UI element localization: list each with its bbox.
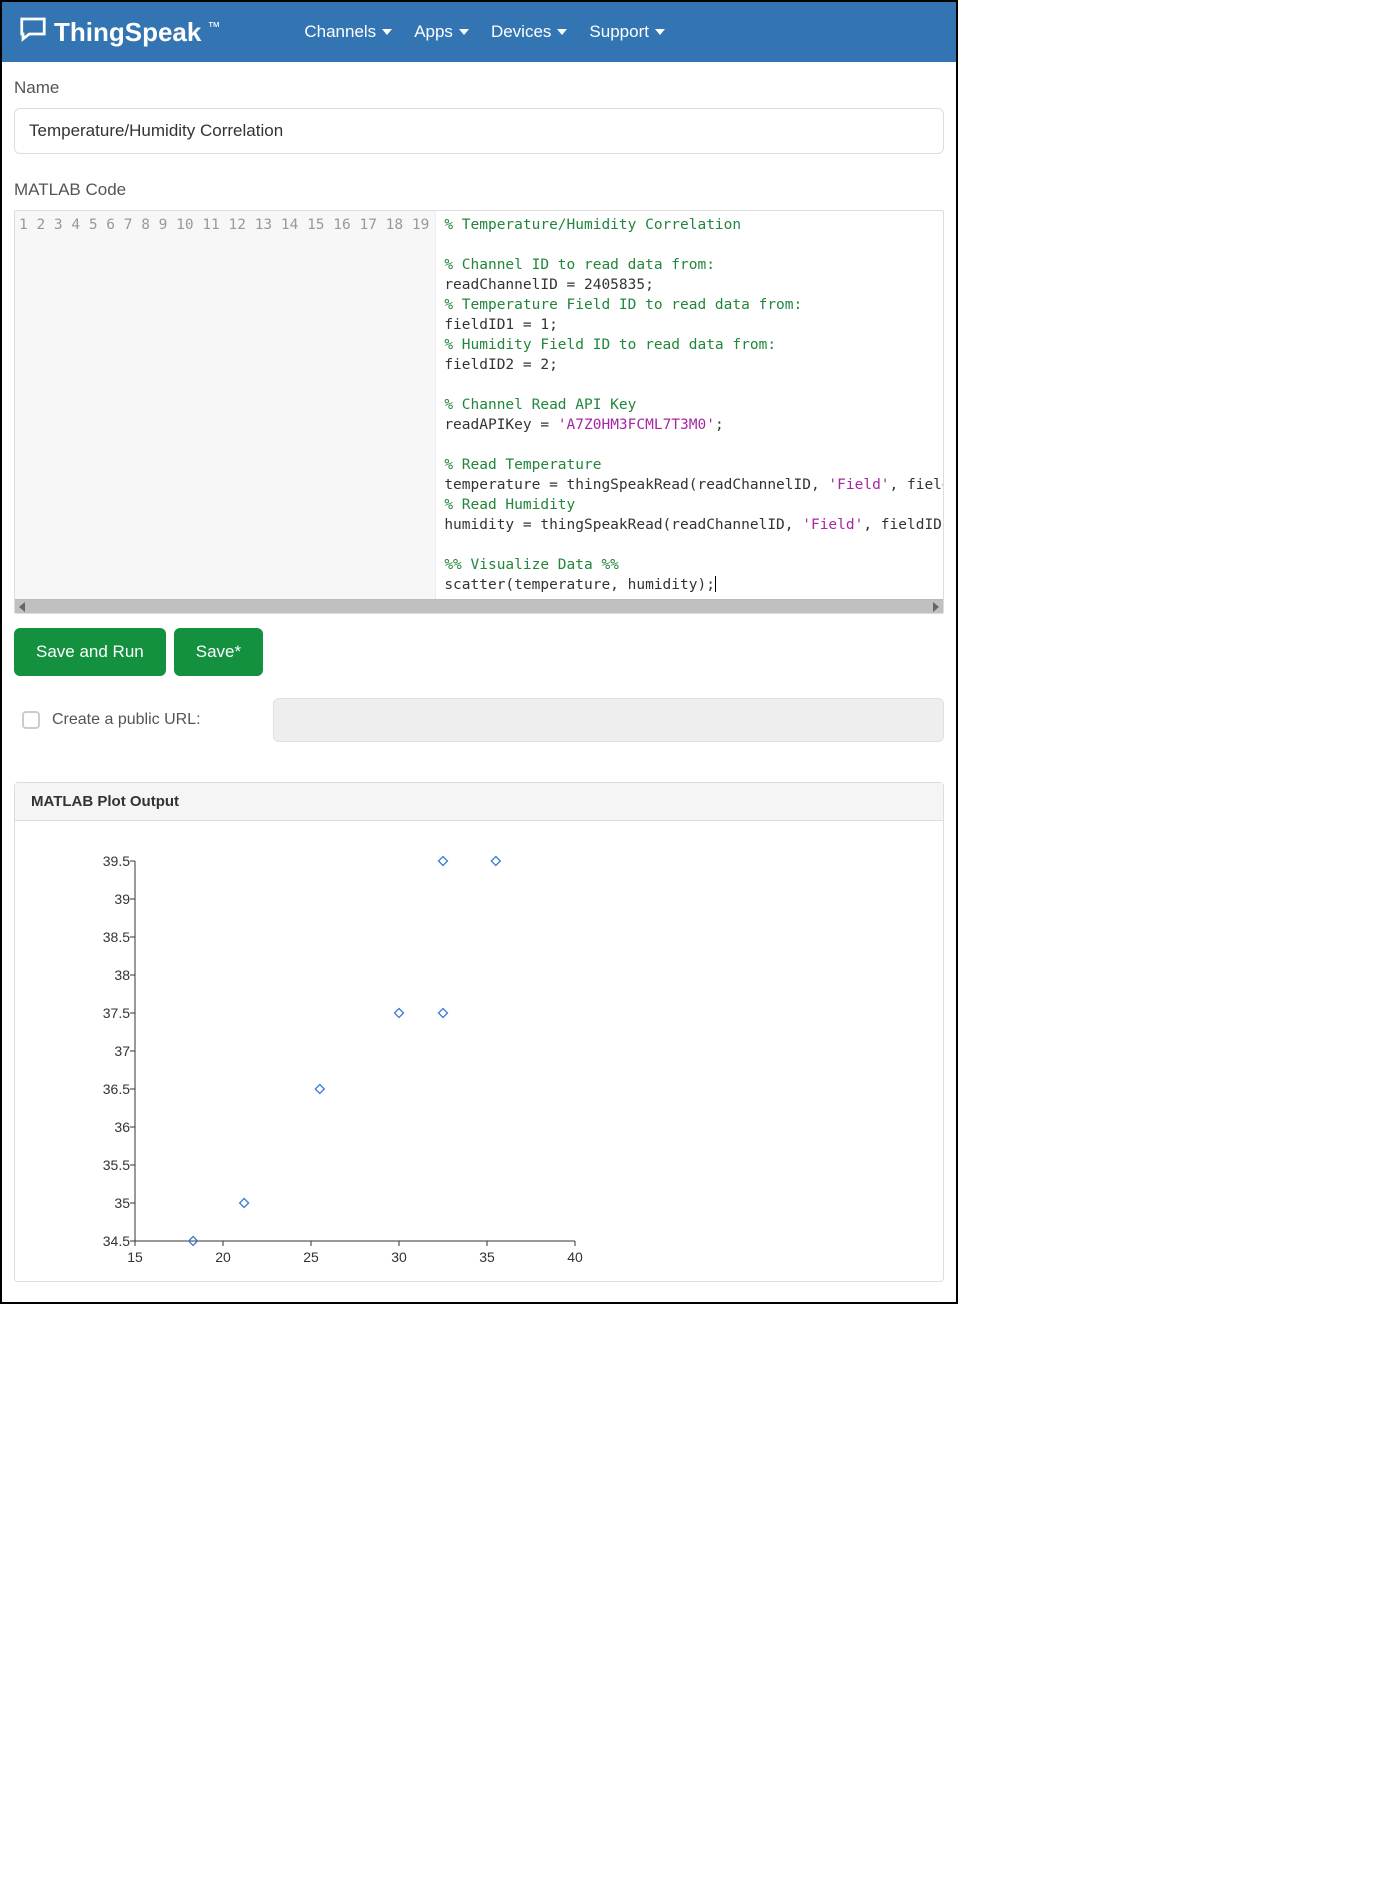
- nav-support[interactable]: Support: [589, 22, 665, 42]
- chevron-down-icon: [382, 29, 392, 35]
- trademark-symbol: ™: [207, 19, 220, 34]
- nav-apps[interactable]: Apps: [414, 22, 469, 42]
- nav-items: Channels Apps Devices Support: [304, 22, 665, 42]
- nav-label: Apps: [414, 22, 453, 42]
- save-button[interactable]: Save*: [174, 628, 263, 676]
- line-gutter: 1 2 3 4 5 6 7 8 9 10 11 12 13 14 15 16 1…: [15, 211, 436, 599]
- brand-logo[interactable]: ThingSpeak ™: [18, 14, 220, 51]
- save-and-run-button[interactable]: Save and Run: [14, 628, 166, 676]
- public-url-checkbox[interactable]: [22, 711, 40, 729]
- nav-label: Support: [589, 22, 649, 42]
- nav-devices[interactable]: Devices: [491, 22, 567, 42]
- brand-name: ThingSpeak: [54, 17, 201, 48]
- plot-panel: MATLAB Plot Output 34.53535.53636.53737.…: [14, 782, 944, 1282]
- public-url-field: [273, 698, 944, 742]
- speech-bubble-icon: [18, 14, 48, 51]
- code-editor[interactable]: 1 2 3 4 5 6 7 8 9 10 11 12 13 14 15 16 1…: [14, 210, 944, 614]
- name-label: Name: [14, 78, 944, 98]
- nav-label: Devices: [491, 22, 551, 42]
- navbar: ThingSpeak ™ Channels Apps Devices Suppor…: [2, 2, 956, 62]
- public-url-label: Create a public URL:: [52, 711, 201, 729]
- chevron-down-icon: [655, 29, 665, 35]
- name-input[interactable]: [14, 108, 944, 154]
- plot-panel-title: MATLAB Plot Output: [15, 783, 943, 821]
- nav-label: Channels: [304, 22, 376, 42]
- nav-channels[interactable]: Channels: [304, 22, 392, 42]
- code-area[interactable]: % Temperature/Humidity Correlation % Cha…: [436, 211, 943, 599]
- chevron-down-icon: [459, 29, 469, 35]
- scatter-chart: 34.53535.53636.53737.53838.53939.5152025…: [35, 851, 595, 1271]
- chevron-down-icon: [557, 29, 567, 35]
- code-label: MATLAB Code: [14, 180, 944, 200]
- horizontal-scrollbar[interactable]: [15, 599, 943, 613]
